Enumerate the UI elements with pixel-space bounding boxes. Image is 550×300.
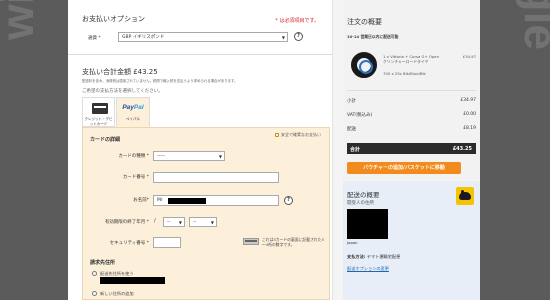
shipping-row: 配送 £8.19 [347, 126, 476, 132]
payment-total: 支払い合計金額 £43.25 [82, 68, 158, 76]
security-code-label: セキュリティ番号 * [109, 241, 149, 246]
subtotal-row: 小計 £34.97 [347, 98, 476, 104]
chevron-down-icon: ▼ [218, 154, 222, 159]
wiggle-watermark-left: wiggle [0, 0, 44, 40]
billing-option-new-radio[interactable] [92, 291, 97, 296]
name-label: お名前* [133, 198, 149, 203]
card-type-select[interactable]: ----- ▼ [153, 151, 225, 161]
card-details-form: 安全で確実なお支払い カードの詳細 カードの種類 * ----- ▼ カード番号… [82, 127, 330, 300]
currency-select[interactable]: GBP イギリスポンド ▼ [118, 32, 288, 42]
expiry-label: 有効期限の終了年月 * [104, 220, 149, 225]
product-price: £34.97 [462, 54, 476, 59]
secure-payment-link[interactable]: 安全で確実なお支払い [275, 132, 321, 138]
tab-paypal-label: ペイパル [126, 117, 140, 121]
product-name: 1 x Vittoria + Corsa G+ Open クリンチャーロードタイ… [383, 54, 440, 64]
divider [347, 90, 476, 91]
product-tyre-image [351, 52, 377, 78]
billing-option-same-radio[interactable] [92, 271, 97, 276]
basket-button[interactable]: バウチャーの追加/バスケットに移動 [347, 162, 461, 174]
payment-options-title: お支払いオプション [82, 15, 145, 23]
wiggle-watermark-right: wiggle [514, 0, 550, 50]
expiry-year-select[interactable]: -- ▼ [189, 217, 217, 227]
currency-label: 通貨 * [88, 36, 101, 41]
chevron-down-icon: ▼ [281, 35, 285, 40]
delivery-method: 支払方法: ヤマト運輸宅配便 [347, 254, 401, 259]
vat-row: VAT(税込み) £0.00 [347, 112, 476, 118]
name-prefix: Mr [157, 198, 163, 203]
name-input[interactable]: Mr [153, 195, 279, 206]
order-summary: 注文の概要 10-14 営業日以内に配送可能 1 x Vittoria + Co… [343, 0, 480, 300]
billing-option-new-label: 新しい住所の追加 [100, 291, 134, 296]
expiry-month-select[interactable]: -- ▼ [163, 217, 185, 227]
payment-note: 配送料を含み、消費税は適用されていません。税関で輸入税を支払うよう求められる場合… [82, 79, 238, 83]
tab-credit-card[interactable]: クレジット・デビットカード [82, 97, 115, 127]
card-type-value: ----- [157, 154, 166, 159]
card-number-input[interactable] [153, 172, 279, 183]
tab-paypal[interactable]: PayPal ペイパル [116, 97, 150, 128]
required-note: * は必須項目です。 [275, 18, 319, 24]
redacted-name [168, 198, 206, 204]
summary-column: 注文の概要 10-14 営業日以内に配送可能 1 x Vittoria + Co… [343, 0, 480, 300]
lock-icon [275, 133, 279, 137]
help-icon[interactable]: ? [284, 196, 293, 205]
delivery-country: Japan [347, 240, 358, 245]
order-total: 合計 £43.25 [347, 143, 476, 154]
choose-method-text: ご希望の支払方法を選択してください。 [82, 89, 163, 94]
delivery-summary-title: 配送の概要 [347, 191, 380, 199]
change-delivery-link[interactable]: 配送オプションの変更 [347, 266, 389, 272]
help-icon[interactable]: ? [294, 32, 303, 41]
order-summary-title: 注文の概要 [347, 18, 382, 26]
product-option: 700 x 25c Blk/Blue/Blk [383, 71, 426, 76]
card-back-icon [243, 238, 259, 245]
delivery-summary: 配送の概要 開受人の住所 Japan 支払方法: ヤマト運輸宅配便 配送オプショ… [343, 181, 480, 300]
billing-address-heading: 請求先住所 [90, 260, 116, 266]
card-details-heading: カードの詳細 [90, 137, 121, 143]
security-code-input[interactable] [153, 237, 181, 248]
payment-options-section: お支払いオプション * は必須項目です。 通貨 * GBP イギリスポンド ▼ … [68, 0, 333, 55]
card-type-label: カードの種類 * [118, 154, 149, 159]
checkout-page: お支払いオプション * は必須項目です。 通貨 * GBP イギリスポンド ▼ … [68, 0, 480, 300]
redacted-address [100, 277, 165, 284]
chevron-down-icon: ▼ [210, 220, 214, 225]
payment-column: お支払いオプション * は必須項目です。 通貨 * GBP イギリスポンド ▼ … [68, 0, 333, 300]
yamato-logo [456, 187, 474, 205]
paypal-logo: PayPal [122, 104, 144, 111]
security-code-hint: これは3カードの裏面に記載された3～4桁の数字です。 [262, 237, 324, 247]
shipping-notice: 10-14 営業日以内に配送可能 [347, 34, 399, 39]
tab-credit-card-label: クレジット・デビットカード [84, 117, 113, 126]
redacted-delivery-address [347, 209, 388, 239]
card-number-label: カード番号 * [122, 175, 149, 180]
delivery-subtitle: 開受人の住所 [347, 201, 374, 206]
chevron-down-icon: ▼ [178, 220, 182, 225]
expiry-separator: / [154, 218, 156, 224]
currency-value: GBP イギリスポンド [122, 35, 165, 40]
credit-card-icon [92, 103, 108, 114]
